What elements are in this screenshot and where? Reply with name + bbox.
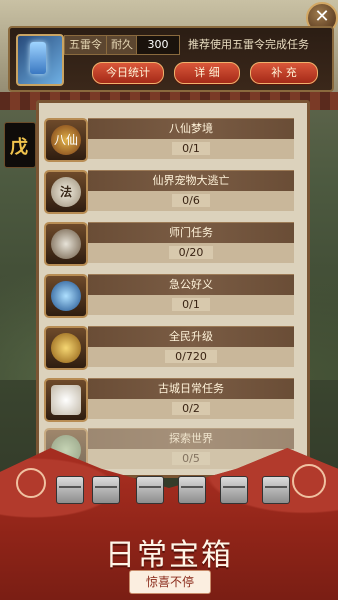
blue-orb-icon[interactable] xyxy=(44,274,88,318)
durability-label: 耐久 xyxy=(106,35,138,55)
task-progress: 0/2 xyxy=(88,399,294,419)
treasure-chest-icon[interactable] xyxy=(92,476,120,504)
task-progress: 0/1 xyxy=(88,139,294,159)
sword-icon[interactable] xyxy=(44,222,88,266)
task-progress-value: 0/20 xyxy=(168,246,214,259)
icon-glyph: 法 xyxy=(51,177,81,207)
task-name: 八仙梦境 xyxy=(88,118,294,139)
treasure-chest-icon[interactable] xyxy=(220,476,248,504)
task-row[interactable]: 师门任务 0/20 xyxy=(44,220,296,266)
details-button[interactable]: 详 细 xyxy=(174,62,240,84)
treasure-chest-icon[interactable] xyxy=(56,476,84,504)
recommend-text: 推荐使用五雷令完成任务 xyxy=(188,38,309,51)
icon-glyph xyxy=(51,229,81,259)
task-header: 五雷令 耐久 300 推荐使用五雷令完成任务 今日统计 详 细 补 充 xyxy=(8,26,334,92)
side-tab[interactable]: 戊 xyxy=(4,122,36,168)
supplement-button[interactable]: 补 充 xyxy=(250,62,318,84)
task-name: 全民升级 xyxy=(88,326,294,347)
daily-chest-subtitle: 惊喜不停 xyxy=(145,575,194,589)
icon-glyph xyxy=(51,385,81,415)
pet-escape-icon[interactable]: 法 xyxy=(44,170,88,214)
treasure-chest-icon[interactable] xyxy=(136,476,164,504)
task-row[interactable]: 全民升级 0/720 xyxy=(44,324,296,370)
task-progress-value: 0/6 xyxy=(172,194,210,207)
task-name: 古城日常任务 xyxy=(88,378,294,399)
icon-glyph xyxy=(51,281,81,311)
task-row[interactable]: 法 仙界宠物大逃亡 0/6 xyxy=(44,168,296,214)
task-name: 探索世界 xyxy=(88,428,294,449)
task-row[interactable]: 急公好义 0/1 xyxy=(44,272,296,318)
treasure-chest-icon[interactable] xyxy=(178,476,206,504)
level-up-icon[interactable] xyxy=(44,326,88,370)
task-progress-value: 0/1 xyxy=(172,142,210,155)
subtitle-plaque: 惊喜不停 xyxy=(129,570,211,594)
task-progress-value: 0/2 xyxy=(172,402,210,415)
icon-glyph: 八仙 xyxy=(51,125,81,155)
daily-stats-button[interactable]: 今日统计 xyxy=(92,62,164,84)
treasure-chest-icon[interactable] xyxy=(262,476,290,504)
task-progress: 0/720 xyxy=(88,347,294,367)
task-name: 急公好义 xyxy=(88,274,294,295)
cloud-swirl xyxy=(16,468,46,498)
task-row[interactable]: 八仙 八仙梦境 0/1 xyxy=(44,116,296,162)
icon-glyph xyxy=(51,333,81,363)
eight-immortals-icon[interactable]: 八仙 xyxy=(44,118,88,162)
task-name: 仙界宠物大逃亡 xyxy=(88,170,294,191)
task-progress: 0/20 xyxy=(88,243,294,263)
five-thunder-token-icon[interactable] xyxy=(16,34,64,86)
task-progress-value: 0/1 xyxy=(172,298,210,311)
task-progress-value: 0/5 xyxy=(172,452,210,465)
cloud-swirl xyxy=(292,464,326,498)
task-name: 师门任务 xyxy=(88,222,294,243)
task-row[interactable]: 古城日常任务 0/2 xyxy=(44,376,296,422)
durability-value: 300 xyxy=(136,35,180,55)
side-tab-label: 戊 xyxy=(10,137,28,158)
task-progress: 0/1 xyxy=(88,295,294,315)
daily-chest-title: 日常宝箱 xyxy=(105,538,233,573)
ancient-city-icon[interactable] xyxy=(44,378,88,422)
task-progress-value: 0/720 xyxy=(165,350,217,363)
token-label: 五雷令 xyxy=(64,35,107,55)
task-progress: 0/6 xyxy=(88,191,294,211)
